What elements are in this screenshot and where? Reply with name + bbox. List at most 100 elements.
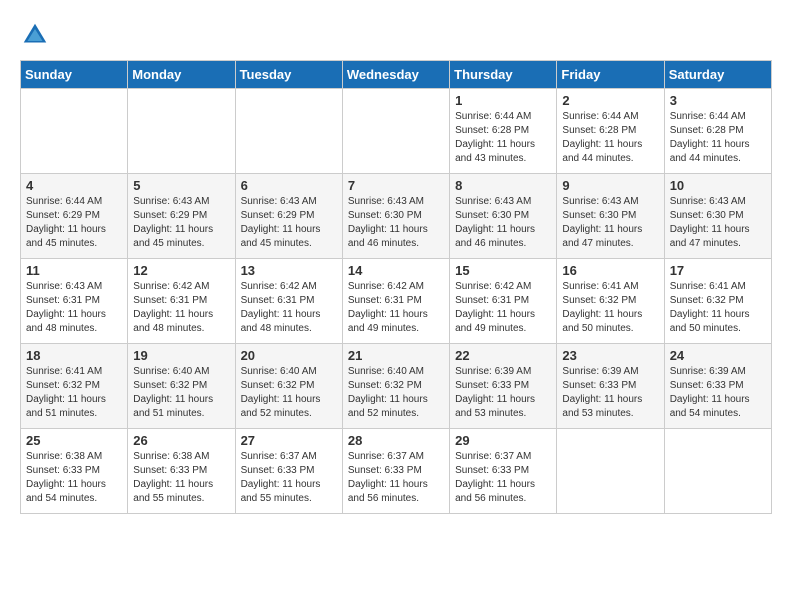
day-number: 18 bbox=[26, 348, 122, 363]
day-number: 17 bbox=[670, 263, 766, 278]
day-info: Sunrise: 6:44 AMSunset: 6:28 PMDaylight:… bbox=[562, 110, 658, 166]
day-number: 19 bbox=[133, 348, 229, 363]
day-info: Sunrise: 6:40 AMSunset: 6:32 PMDaylight:… bbox=[133, 365, 229, 421]
day-info: Sunrise: 6:43 AMSunset: 6:29 PMDaylight:… bbox=[241, 195, 337, 251]
calendar-week-2: 4 Sunrise: 6:44 AMSunset: 6:29 PMDaylight… bbox=[21, 174, 772, 259]
calendar-cell: 10 Sunrise: 6:43 AMSunset: 6:30 PMDayligh… bbox=[664, 174, 771, 259]
day-number: 15 bbox=[455, 263, 551, 278]
day-info: Sunrise: 6:39 AMSunset: 6:33 PMDaylight:… bbox=[455, 365, 551, 421]
calendar-cell: 16Sunrise: 6:41 AMSunset: 6:32 PMDayligh… bbox=[557, 259, 664, 344]
logo bbox=[20, 20, 54, 50]
day-number: 24 bbox=[670, 348, 766, 363]
day-number: 26 bbox=[133, 433, 229, 448]
calendar-cell bbox=[342, 89, 449, 174]
day-number: 28 bbox=[348, 433, 444, 448]
calendar-header: Sunday Monday Tuesday Wednesday Thursday… bbox=[21, 61, 772, 89]
col-friday: Friday bbox=[557, 61, 664, 89]
day-info: Sunrise: 6:43 AMSunset: 6:31 PMDaylight:… bbox=[26, 280, 122, 336]
day-number: 27 bbox=[241, 433, 337, 448]
calendar-cell: 14 Sunrise: 6:42 AMSunset: 6:31 PMDayligh… bbox=[342, 259, 449, 344]
day-info: Sunrise: 6:39 AMSunset: 6:33 PMDaylight:… bbox=[670, 365, 766, 421]
calendar-cell bbox=[557, 429, 664, 514]
calendar-week-4: 18 Sunrise: 6:41 AMSunset: 6:32 PMDayligh… bbox=[21, 344, 772, 429]
day-number: 29 bbox=[455, 433, 551, 448]
col-wednesday: Wednesday bbox=[342, 61, 449, 89]
calendar-cell: 6 Sunrise: 6:43 AMSunset: 6:29 PMDaylight… bbox=[235, 174, 342, 259]
day-number: 22 bbox=[455, 348, 551, 363]
calendar-cell: 24 Sunrise: 6:39 AMSunset: 6:33 PMDayligh… bbox=[664, 344, 771, 429]
calendar-cell: 28 Sunrise: 6:37 AMSunset: 6:33 PMDayligh… bbox=[342, 429, 449, 514]
col-saturday: Saturday bbox=[664, 61, 771, 89]
calendar-cell: 23 Sunrise: 6:39 AMSunset: 6:33 PMDayligh… bbox=[557, 344, 664, 429]
day-number: 13 bbox=[241, 263, 337, 278]
day-number: 8 bbox=[455, 178, 551, 193]
header-row: Sunday Monday Tuesday Wednesday Thursday… bbox=[21, 61, 772, 89]
day-info: Sunrise: 6:40 AMSunset: 6:32 PMDaylight:… bbox=[241, 365, 337, 421]
day-number: 7 bbox=[348, 178, 444, 193]
day-info: Sunrise: 6:37 AMSunset: 6:33 PMDaylight:… bbox=[348, 450, 444, 506]
day-info: Sunrise: 6:42 AMSunset: 6:31 PMDaylight:… bbox=[348, 280, 444, 336]
day-number: 21 bbox=[348, 348, 444, 363]
day-number: 20 bbox=[241, 348, 337, 363]
day-info: Sunrise: 6:37 AMSunset: 6:33 PMDaylight:… bbox=[455, 450, 551, 506]
day-info: Sunrise: 6:40 AMSunset: 6:32 PMDaylight:… bbox=[348, 365, 444, 421]
logo-icon bbox=[20, 20, 50, 50]
day-info: Sunrise: 6:43 AMSunset: 6:30 PMDaylight:… bbox=[670, 195, 766, 251]
day-info: Sunrise: 6:41 AMSunset: 6:32 PMDaylight:… bbox=[670, 280, 766, 336]
day-info: Sunrise: 6:37 AMSunset: 6:33 PMDaylight:… bbox=[241, 450, 337, 506]
day-info: Sunrise: 6:42 AMSunset: 6:31 PMDaylight:… bbox=[455, 280, 551, 336]
calendar-cell: 11 Sunrise: 6:43 AMSunset: 6:31 PMDayligh… bbox=[21, 259, 128, 344]
day-info: Sunrise: 6:43 AMSunset: 6:30 PMDaylight:… bbox=[348, 195, 444, 251]
day-info: Sunrise: 6:42 AMSunset: 6:31 PMDaylight:… bbox=[241, 280, 337, 336]
day-number: 12 bbox=[133, 263, 229, 278]
calendar-week-3: 11 Sunrise: 6:43 AMSunset: 6:31 PMDayligh… bbox=[21, 259, 772, 344]
calendar-table: Sunday Monday Tuesday Wednesday Thursday… bbox=[20, 60, 772, 514]
day-info: Sunrise: 6:39 AMSunset: 6:33 PMDaylight:… bbox=[562, 365, 658, 421]
calendar-cell: 29 Sunrise: 6:37 AMSunset: 6:33 PMDayligh… bbox=[450, 429, 557, 514]
day-info: Sunrise: 6:38 AMSunset: 6:33 PMDaylight:… bbox=[26, 450, 122, 506]
calendar-cell: 1 Sunrise: 6:44 AMSunset: 6:28 PMDaylight… bbox=[450, 89, 557, 174]
calendar-cell: 3Sunrise: 6:44 AMSunset: 6:28 PMDaylight… bbox=[664, 89, 771, 174]
calendar-cell: 25Sunrise: 6:38 AMSunset: 6:33 PMDayligh… bbox=[21, 429, 128, 514]
calendar-cell: 4 Sunrise: 6:44 AMSunset: 6:29 PMDaylight… bbox=[21, 174, 128, 259]
calendar-cell: 15 Sunrise: 6:42 AMSunset: 6:31 PMDayligh… bbox=[450, 259, 557, 344]
calendar-cell: 22 Sunrise: 6:39 AMSunset: 6:33 PMDayligh… bbox=[450, 344, 557, 429]
day-number: 10 bbox=[670, 178, 766, 193]
calendar-cell bbox=[21, 89, 128, 174]
calendar-body: 1 Sunrise: 6:44 AMSunset: 6:28 PMDaylight… bbox=[21, 89, 772, 514]
calendar-week-5: 25Sunrise: 6:38 AMSunset: 6:33 PMDayligh… bbox=[21, 429, 772, 514]
calendar-cell: 2 Sunrise: 6:44 AMSunset: 6:28 PMDaylight… bbox=[557, 89, 664, 174]
calendar-cell bbox=[664, 429, 771, 514]
col-sunday: Sunday bbox=[21, 61, 128, 89]
calendar-cell: 20 Sunrise: 6:40 AMSunset: 6:32 PMDayligh… bbox=[235, 344, 342, 429]
day-number: 9 bbox=[562, 178, 658, 193]
calendar-cell: 26 Sunrise: 6:38 AMSunset: 6:33 PMDayligh… bbox=[128, 429, 235, 514]
calendar-cell: 8 Sunrise: 6:43 AMSunset: 6:30 PMDaylight… bbox=[450, 174, 557, 259]
day-info: Sunrise: 6:43 AMSunset: 6:30 PMDaylight:… bbox=[455, 195, 551, 251]
day-info: Sunrise: 6:43 AMSunset: 6:29 PMDaylight:… bbox=[133, 195, 229, 251]
day-number: 23 bbox=[562, 348, 658, 363]
calendar-cell: 27 Sunrise: 6:37 AMSunset: 6:33 PMDayligh… bbox=[235, 429, 342, 514]
day-number: 16 bbox=[562, 263, 658, 278]
calendar-cell: 17 Sunrise: 6:41 AMSunset: 6:32 PMDayligh… bbox=[664, 259, 771, 344]
day-number: 2 bbox=[562, 93, 658, 108]
calendar-cell: 19 Sunrise: 6:40 AMSunset: 6:32 PMDayligh… bbox=[128, 344, 235, 429]
day-info: Sunrise: 6:38 AMSunset: 6:33 PMDaylight:… bbox=[133, 450, 229, 506]
calendar-cell: 9 Sunrise: 6:43 AMSunset: 6:30 PMDaylight… bbox=[557, 174, 664, 259]
calendar-cell bbox=[235, 89, 342, 174]
day-info: Sunrise: 6:44 AMSunset: 6:29 PMDaylight:… bbox=[26, 195, 122, 251]
page-header bbox=[20, 20, 772, 50]
day-number: 11 bbox=[26, 263, 122, 278]
day-info: Sunrise: 6:44 AMSunset: 6:28 PMDaylight:… bbox=[670, 110, 766, 166]
day-number: 1 bbox=[455, 93, 551, 108]
col-tuesday: Tuesday bbox=[235, 61, 342, 89]
day-info: Sunrise: 6:41 AMSunset: 6:32 PMDaylight:… bbox=[26, 365, 122, 421]
day-number: 5 bbox=[133, 178, 229, 193]
calendar-cell: 5 Sunrise: 6:43 AMSunset: 6:29 PMDaylight… bbox=[128, 174, 235, 259]
day-number: 6 bbox=[241, 178, 337, 193]
day-number: 4 bbox=[26, 178, 122, 193]
day-number: 14 bbox=[348, 263, 444, 278]
calendar-week-1: 1 Sunrise: 6:44 AMSunset: 6:28 PMDaylight… bbox=[21, 89, 772, 174]
day-info: Sunrise: 6:44 AMSunset: 6:28 PMDaylight:… bbox=[455, 110, 551, 166]
day-info: Sunrise: 6:43 AMSunset: 6:30 PMDaylight:… bbox=[562, 195, 658, 251]
